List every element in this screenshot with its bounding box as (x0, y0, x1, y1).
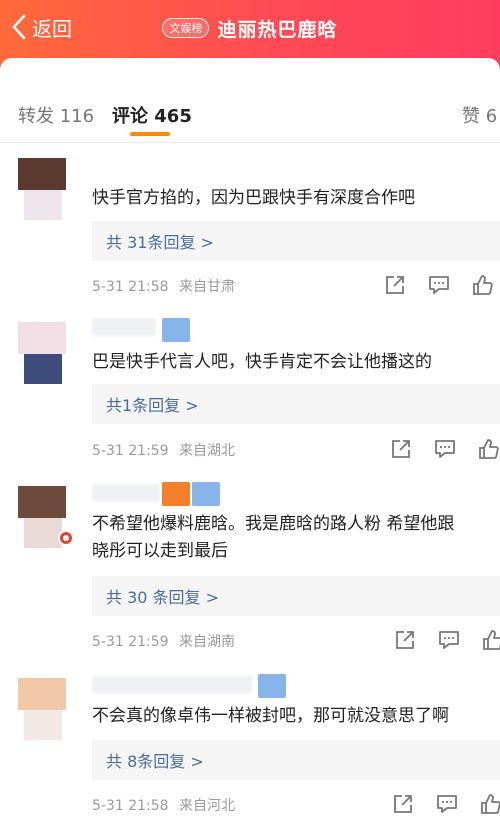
share-icon[interactable] (392, 793, 414, 815)
content-sheet-edge (0, 58, 500, 88)
comment-icon[interactable] (438, 629, 460, 651)
comment-text: 快手官方掐的，因为巴跟快手有深度合作吧 (92, 188, 415, 208)
comment-item: 快手官方掐的，因为巴跟快手有深度合作吧 共 31条回复 > 5-31 21:58… (0, 148, 500, 316)
tab-comment[interactable]: 评论 465 (112, 102, 192, 128)
comment-location: 来自湖南 (179, 634, 236, 650)
tab-repost[interactable]: 转发 116 (18, 102, 94, 128)
comment-actions (390, 438, 500, 462)
tab-bar: 转发 116 评论 465 赞 6 (0, 92, 500, 142)
share-icon[interactable] (394, 629, 416, 651)
comment-time: 5-31 21:59 (92, 634, 169, 650)
verified-badge-icon (58, 530, 74, 546)
comment-location: 来自甘肃 (179, 279, 236, 295)
comment-text: 不会真的像卓伟一样被封吧，那可就没意思了啊 (92, 706, 449, 726)
page-title: 文娱榜 迪丽热巴鹿晗 (0, 14, 500, 42)
avatar[interactable] (18, 158, 66, 220)
comment-actions (384, 274, 500, 298)
avatar[interactable] (18, 486, 74, 548)
reply-link[interactable]: 共1条回复 > (92, 384, 500, 424)
comment-time: 5-31 21:58 (92, 279, 169, 295)
username-sticker (162, 318, 190, 342)
comment-text-line-2: 晓彤可以走到最后 (92, 541, 228, 561)
comment-item: 不会真的像卓伟一样被封吧，那可就没意思了啊 共 8条回复 > 5-31 21:5… (0, 668, 500, 820)
share-icon[interactable] (390, 438, 412, 460)
comment-text: 不希望他爆料鹿晗。我是鹿晗的路人粉 希望他跟 (92, 514, 455, 534)
comment-time: 5-31 21:58 (92, 798, 169, 814)
comment-item: 不希望他爆料鹿晗。我是鹿晗的路人粉 希望他跟 晓彤可以走到最后 共 30 条回复… (0, 476, 500, 666)
username-redacted (92, 676, 252, 694)
reply-link[interactable]: 共 8条回复 > (92, 740, 500, 780)
comment-text: 巴是快手代言人吧，快手肯定不会让他播这的 (92, 352, 432, 372)
comment-meta: 5-31 21:59 来自湖南 (92, 631, 235, 651)
thumbs-up-icon[interactable] (480, 793, 500, 815)
comment-time: 5-31 21:59 (92, 443, 169, 459)
comment-item: 巴是快手代言人吧，快手肯定不会让他播这的 共1条回复 > 5-31 21:59 … (0, 312, 500, 480)
thumbs-up-icon[interactable] (482, 629, 500, 651)
comment-icon[interactable] (436, 793, 458, 815)
comment-meta: 5-31 21:59 来自湖北 (92, 440, 235, 460)
comment-actions (394, 629, 500, 653)
divider (0, 142, 500, 143)
comment-meta: 5-31 21:58 来自河北 (92, 795, 235, 815)
topic-badge: 文娱榜 (162, 18, 210, 38)
username-redacted (92, 318, 156, 336)
thumbs-up-icon[interactable] (478, 438, 500, 460)
avatar[interactable] (18, 678, 66, 740)
active-tab-indicator (130, 132, 170, 136)
comment-icon[interactable] (428, 274, 450, 296)
comment-icon[interactable] (434, 438, 456, 460)
username-sticker (192, 482, 220, 506)
title-text: 迪丽热巴鹿晗 (217, 18, 338, 41)
thumbs-up-icon[interactable] (472, 274, 494, 296)
comment-location: 来自湖北 (179, 443, 236, 459)
username-sticker (258, 674, 286, 698)
comment-actions (392, 793, 500, 817)
comment-location: 来自河北 (179, 798, 236, 814)
share-icon[interactable] (384, 274, 406, 296)
reply-link[interactable]: 共 31条回复 > (92, 221, 500, 261)
avatar[interactable] (18, 322, 66, 384)
reply-link[interactable]: 共 30 条回复 > (92, 576, 500, 616)
comment-meta: 5-31 21:58 来自甘肃 (92, 276, 235, 296)
tab-like[interactable]: 赞 6 (462, 102, 497, 128)
username-redacted (92, 484, 160, 502)
username-sticker (162, 482, 190, 506)
